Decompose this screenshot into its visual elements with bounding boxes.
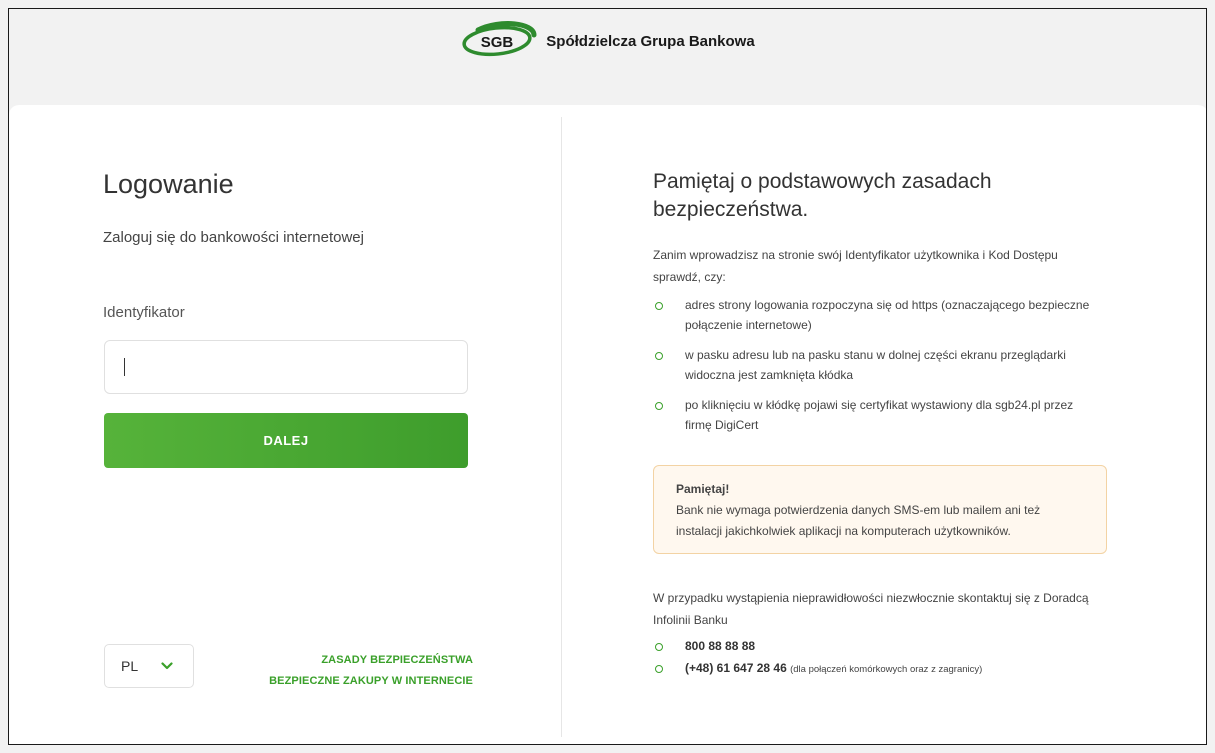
security-rules-link[interactable]: ZASADY BEZPIECZEŃSTWA <box>269 650 473 671</box>
next-button[interactable]: DALEJ <box>104 413 468 468</box>
contact-intro: W przypadku wystąpienia nieprawidłowości… <box>653 591 1089 627</box>
notice-box: Pamiętaj! Bank nie wymaga potwierdzenia … <box>653 465 1107 554</box>
circle-bullet-icon <box>655 665 663 673</box>
column-divider <box>561 117 562 737</box>
logo-text: SGB <box>481 34 514 51</box>
login-card: Logowanie Zaloguj się do bankowości inte… <box>9 105 1206 744</box>
page-frame: SGB Spółdzielcza Grupa Bankowa Logowanie… <box>8 8 1207 745</box>
notice-body: Bank nie wymaga potwierdzenia danych SMS… <box>676 503 1041 538</box>
brand[interactable]: SGB Spółdzielcza Grupa Bankowa <box>460 21 755 105</box>
sgb-logo-icon: SGB <box>462 21 537 57</box>
bank-name: Spółdzielcza Grupa Bankowa <box>546 33 755 50</box>
text-cursor <box>124 358 125 376</box>
list-item: po kliknięciu w kłódkę pojawi się certyf… <box>653 395 1103 435</box>
check-text: adres strony logowania rozpoczyna się od… <box>685 298 1090 332</box>
notice-title: Pamiętaj! <box>676 482 730 496</box>
security-panel: Pamiętaj o podstawowych zasadach bezpiec… <box>653 105 1113 744</box>
list-item: 800 88 88 88 <box>653 635 982 657</box>
phone-number: 800 88 88 88 <box>685 639 756 653</box>
check-text: w pasku adresu lub na pasku stanu w doln… <box>685 348 1066 382</box>
security-title: Pamiętaj o podstawowych zasadach bezpiec… <box>653 170 992 221</box>
phone-list: 800 88 88 88 (+48) 61 647 28 46 (dla poł… <box>653 635 982 681</box>
circle-bullet-icon <box>655 402 663 410</box>
phone-note: (dla połączeń komórkowych oraz z zagrani… <box>790 664 983 675</box>
chevron-down-icon <box>161 662 173 670</box>
check-text: po kliknięciu w kłódkę pojawi się certyf… <box>685 398 1074 432</box>
list-item: (+48) 61 647 28 46 (dla połączeń komórko… <box>653 657 982 681</box>
login-panel: Logowanie Zaloguj się do bankowości inte… <box>103 105 473 744</box>
phone-number: (+48) 61 647 28 46 <box>685 661 787 675</box>
footer-links: ZASADY BEZPIECZEŃSTWA BEZPIECZNE ZAKUPY … <box>269 650 473 692</box>
circle-bullet-icon <box>655 302 663 310</box>
list-item: w pasku adresu lub na pasku stanu w doln… <box>653 345 1103 385</box>
login-title: Logowanie <box>103 169 234 199</box>
login-subtitle: Zaloguj się do bankowości internetowej <box>103 229 364 246</box>
language-select[interactable]: PL <box>104 644 194 688</box>
language-value: PL <box>121 658 139 674</box>
identifier-input[interactable] <box>104 340 468 394</box>
header: SGB Spółdzielcza Grupa Bankowa <box>9 9 1206 105</box>
circle-bullet-icon <box>655 352 663 360</box>
security-intro: Zanim wprowadzisz na stronie swój Identy… <box>653 248 1058 284</box>
security-checklist: adres strony logowania rozpoczyna się od… <box>653 295 1103 445</box>
list-item: adres strony logowania rozpoczyna się od… <box>653 295 1103 335</box>
identifier-label: Identyfikator <box>103 304 185 321</box>
circle-bullet-icon <box>655 643 663 651</box>
safe-shopping-link[interactable]: BEZPIECZNE ZAKUPY W INTERNECIE <box>269 671 473 692</box>
